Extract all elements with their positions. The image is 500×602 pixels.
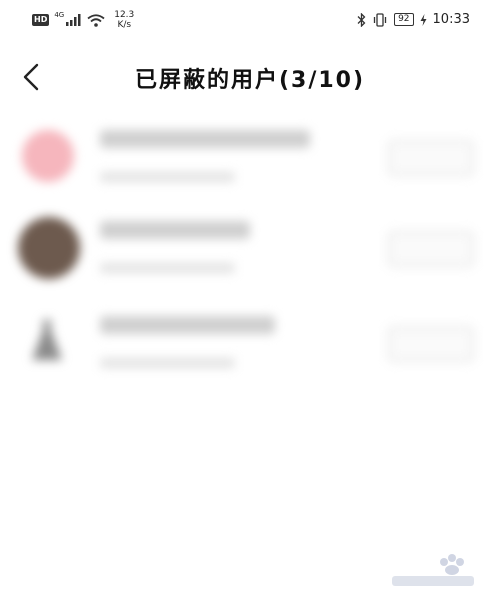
user-name: [100, 221, 250, 239]
network-speed: 12.3 K/s: [114, 10, 134, 30]
avatar[interactable]: [24, 314, 70, 364]
charging-icon: [420, 13, 427, 26]
user-subtitle: [100, 172, 235, 182]
unblock-button[interactable]: [388, 140, 474, 176]
signal-icon: [66, 14, 81, 26]
clock: 10:33: [432, 12, 470, 27]
unblock-button[interactable]: [388, 231, 474, 267]
unblock-button[interactable]: [388, 326, 474, 362]
list-item[interactable]: [0, 203, 500, 298]
user-subtitle: [100, 358, 235, 368]
list-item[interactable]: [0, 298, 500, 393]
wifi-icon: [87, 13, 105, 27]
status-left: HD 4G 12.3 K/s: [32, 10, 134, 30]
page-title: 已屏蔽的用户(3/10): [134, 68, 366, 93]
avatar[interactable]: [18, 217, 80, 279]
list-item[interactable]: [0, 108, 500, 203]
avatar[interactable]: [22, 130, 74, 182]
battery-indicator: 92: [394, 13, 414, 26]
watermark-logo: [392, 554, 474, 586]
user-name: [100, 130, 310, 148]
hd-badge: HD: [32, 14, 50, 26]
status-bar: HD 4G 12.3 K/s 92 10:33: [0, 0, 500, 40]
status-right: 92 10:33: [357, 12, 470, 27]
bluetooth-icon: [357, 12, 366, 27]
speed-unit: K/s: [117, 20, 132, 30]
user-name: [100, 316, 275, 334]
user-subtitle: [100, 263, 235, 273]
network-type: 4G: [54, 11, 65, 19]
vibrate-icon: [373, 12, 387, 27]
speed-value: 12.3: [114, 10, 135, 20]
nav-bar: 已屏蔽的用户(3/10): [0, 50, 500, 104]
blocked-user-list: [0, 108, 500, 393]
